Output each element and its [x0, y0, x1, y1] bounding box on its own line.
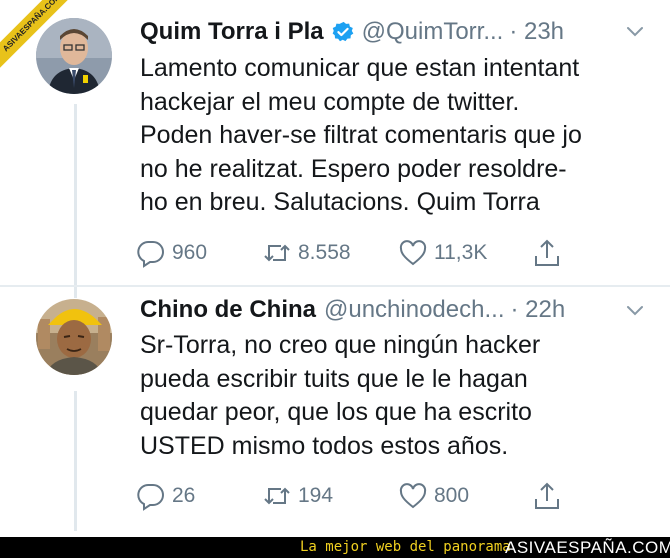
like-count: 800	[434, 484, 470, 507]
avatar[interactable]	[36, 299, 112, 375]
reply-button[interactable]: 26	[136, 479, 195, 513]
tweet-text-line: no he realitzat. Espero poder resoldre-	[140, 154, 567, 183]
retweet-icon	[264, 244, 290, 262]
tweet-text-line: ho en breu. Salutacions. Quim Torra	[140, 188, 540, 216]
reply-icon	[137, 483, 164, 511]
reply-button[interactable]: 960	[136, 236, 207, 270]
reply-icon	[137, 240, 164, 268]
tweet-1[interactable]: Quim Torra i Pla @QuimTorr... · 23h Lame…	[0, 0, 670, 298]
tweet-header: Chino de China @unchinodech... · 22h	[140, 292, 630, 328]
share-icon	[535, 482, 559, 509]
tweet-text-line: Sr-Torra, no creo que ningún hacker	[140, 331, 541, 359]
share-button[interactable]	[532, 236, 568, 270]
tweet-text-line: pueda escribir tuits que le le hagan	[140, 364, 528, 393]
user-handle[interactable]: @QuimTorr...	[362, 18, 504, 46]
tweet-text-line: hackejar el meu compte de twitter.	[140, 87, 520, 116]
retweet-count: 194	[298, 484, 334, 507]
user-handle[interactable]: @unchinodech...	[324, 296, 504, 324]
footer-brand[interactable]: ASIVAESPAÑA.COM	[505, 537, 670, 558]
reply-count: 26	[172, 484, 196, 507]
footer-banner: La mejor web del panorama ASIVAESPAÑA.CO…	[0, 537, 670, 558]
tweet-text-line: quedar peor, que los que ha escrito	[140, 398, 532, 426]
avatar[interactable]	[36, 18, 112, 94]
tweet-text-line: Poden haver-se filtrat comentaris que jo	[140, 121, 582, 149]
heart-icon	[399, 483, 427, 509]
reply-count: 960	[172, 241, 208, 264]
chevron-down-icon[interactable]	[626, 305, 644, 317]
tweet-header: Quim Torra i Pla @QuimTorr... · 23h	[140, 14, 630, 50]
like-count: 11,3K	[434, 241, 488, 264]
retweet-button[interactable]: 194	[262, 479, 333, 513]
footer-tagline: La mejor web del panorama	[300, 539, 511, 555]
tweet-text-line: Lamento comunicar que estan intentant	[140, 54, 580, 82]
retweet-button[interactable]: 8.558	[262, 236, 351, 270]
timestamp[interactable]: · 22h	[510, 296, 565, 324]
tweet-2[interactable]: Chino de China @unchinodech... · 22h Sr-…	[0, 287, 670, 537]
display-name[interactable]: Quim Torra i Pla	[140, 18, 324, 46]
tweet-text-line: USTED mismo todos estos años.	[140, 431, 509, 460]
display-name[interactable]: Chino de China	[140, 296, 316, 324]
timestamp[interactable]: · 23h	[509, 18, 564, 46]
verified-badge-icon	[332, 21, 353, 42]
heart-icon	[399, 240, 427, 266]
tweet-actions: 960 8.558 11,3K	[136, 236, 656, 270]
thread-line	[74, 104, 77, 298]
thread-line	[74, 391, 77, 531]
share-button[interactable]	[532, 479, 568, 513]
like-button[interactable]: 800	[398, 479, 469, 513]
retweet-count: 8.558	[298, 241, 351, 264]
tweet-text: Lamento comunicar que estan intentant ha…	[140, 52, 660, 220]
tweet-text: Sr-Torra, no creo que ningún hacker pued…	[140, 329, 660, 463]
chevron-down-icon[interactable]	[626, 26, 644, 38]
retweet-icon	[264, 487, 290, 505]
tweet-actions: 26 194 800	[136, 479, 656, 513]
like-button[interactable]: 11,3K	[398, 236, 487, 270]
share-icon	[535, 239, 559, 266]
